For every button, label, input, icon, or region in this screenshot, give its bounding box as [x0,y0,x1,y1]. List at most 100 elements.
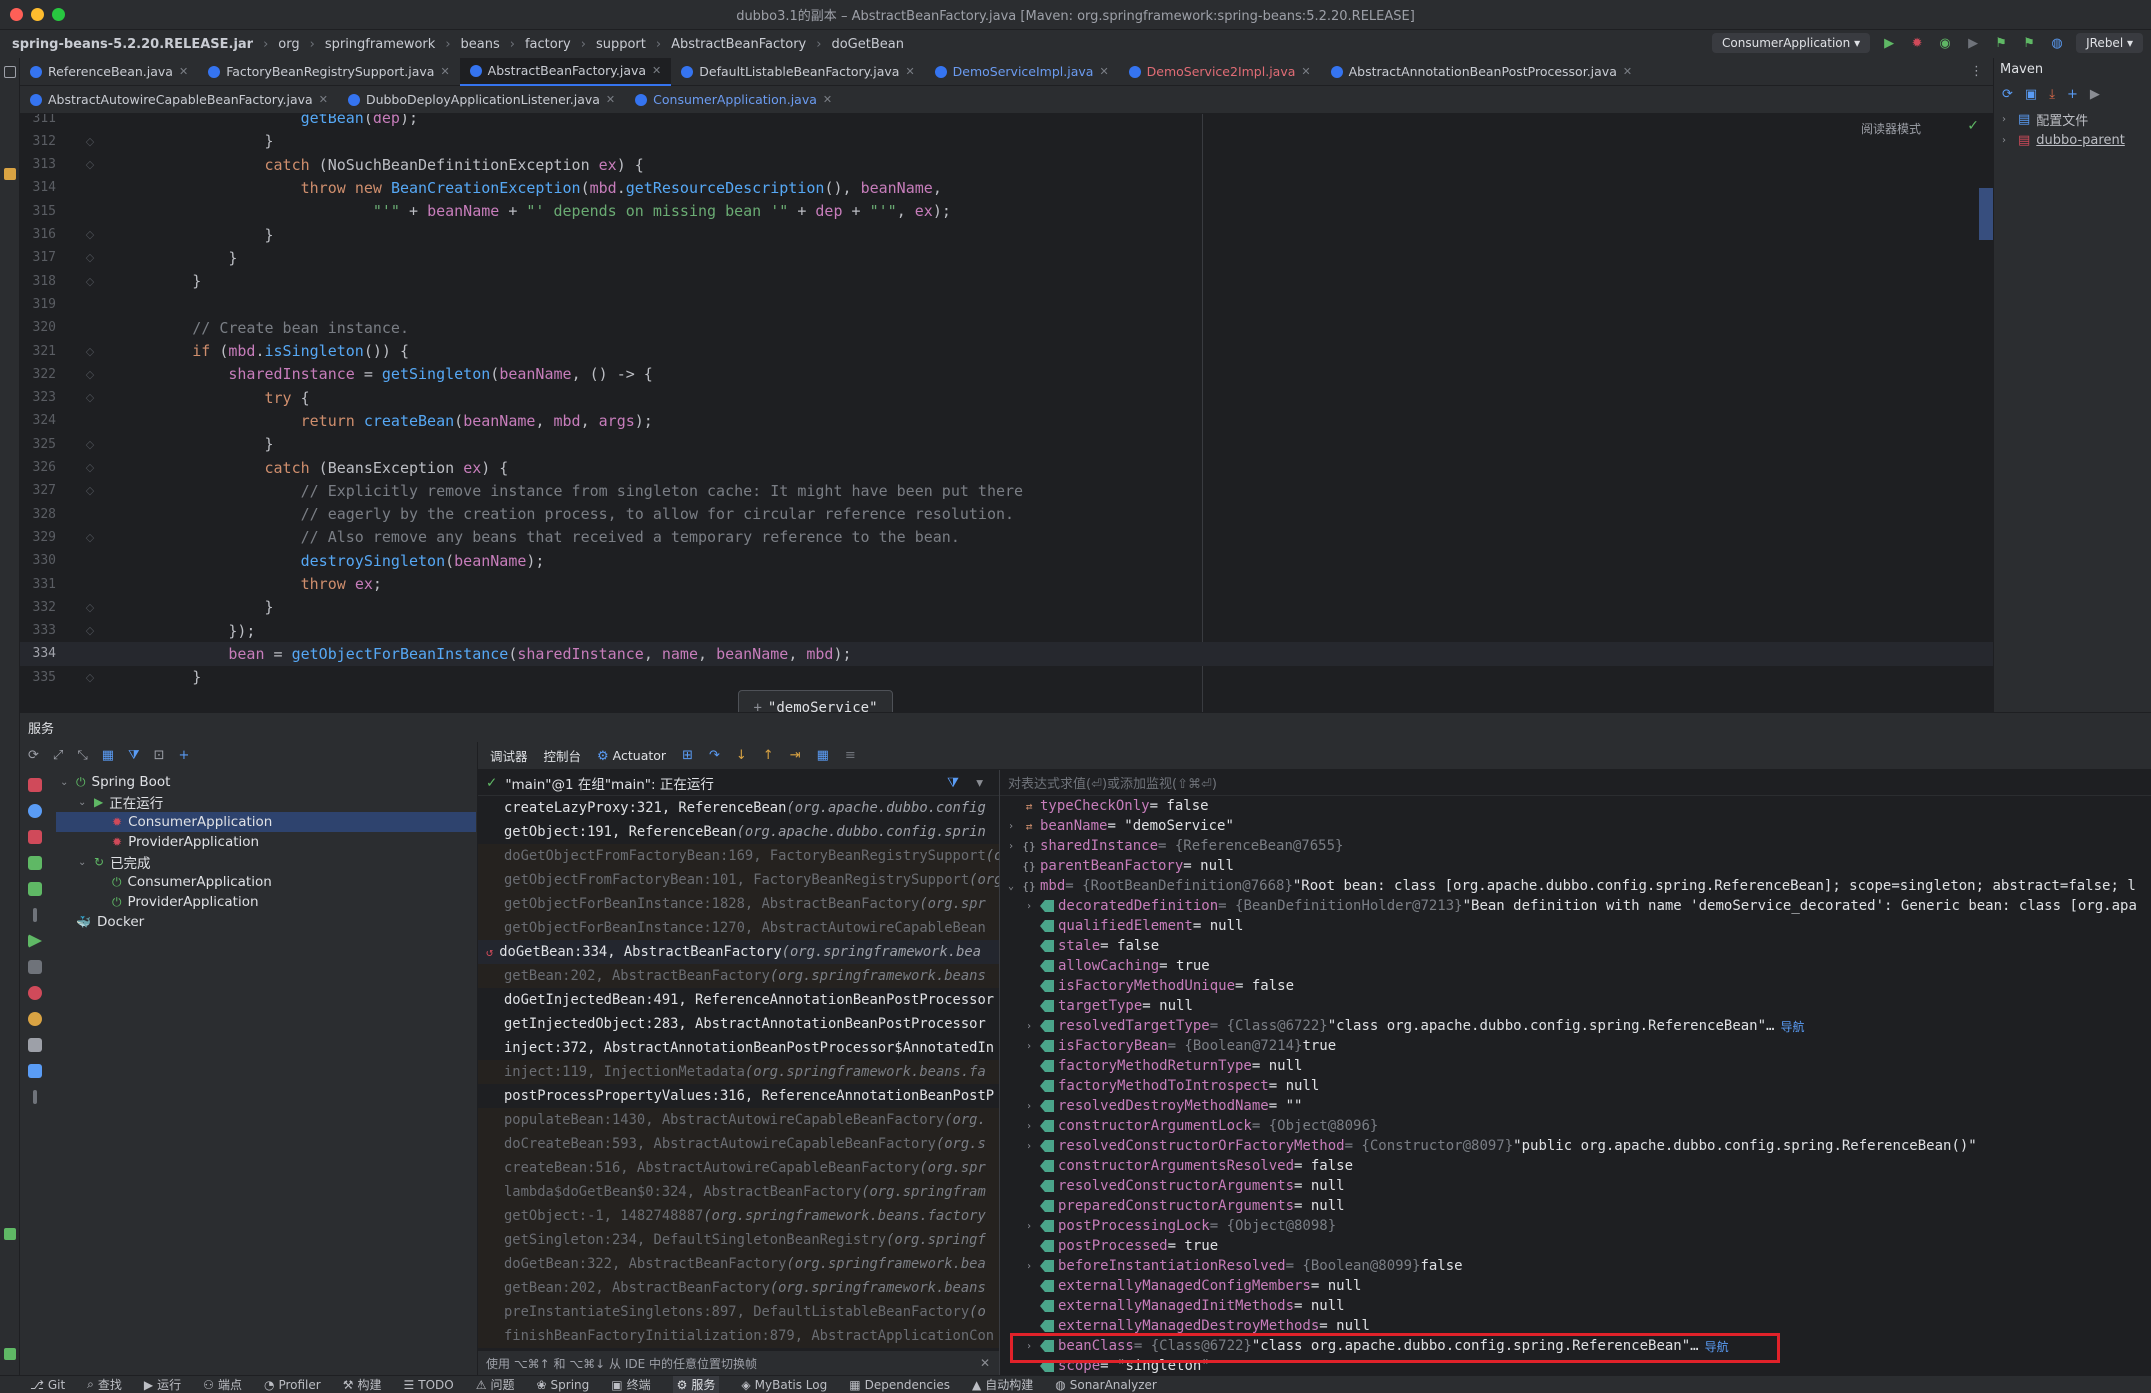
line-number[interactable]: 318 [20,274,60,289]
step-out-icon[interactable]: ↑ [763,748,774,763]
statusbar-tool-2[interactable]: ▶ 运行 [144,1376,181,1393]
line-number[interactable]: 330 [20,553,60,568]
line-number[interactable]: 333 [20,623,60,638]
breakpoints-icon[interactable] [28,986,42,1000]
code-line[interactable]: 314 throw new BeanCreationException(mbd.… [20,176,1993,200]
project-tool-icon[interactable] [4,66,16,78]
fold-marker-icon[interactable]: ◇ [60,391,120,404]
line-number[interactable]: 315 [20,204,60,219]
editor-tab[interactable]: ReferenceBean.java ✕ [20,58,198,86]
stack-frame[interactable]: inject:372, AbstractAnnotationBeanPostPr… [478,1036,999,1060]
minimize-window-button[interactable] [31,8,44,21]
code-line[interactable]: 311 getBean(dep); [20,114,1993,130]
statusbar-tool-3[interactable]: ⚇ 端点 [203,1376,242,1393]
close-tab-icon[interactable]: ✕ [905,65,914,78]
expand-arrow-icon[interactable]: ⌄ [60,777,70,788]
stack-frame[interactable]: createLazyProxy:321, ReferenceBean (org.… [478,796,999,820]
step-over-icon[interactable]: ↷ [709,748,720,763]
line-number[interactable]: 312 [20,134,60,149]
jrebel-select[interactable]: JRebel ▾ [2076,33,2143,53]
variable-row[interactable]: ⇄ typeCheckOnly = false [1000,796,2151,816]
stack-frame[interactable]: getInjectedObject:283, AbstractAnnotatio… [478,1012,999,1036]
reload-icon[interactable]: ⟳ [2002,87,2013,102]
close-tab-icon[interactable]: ✕ [1099,65,1108,78]
fold-marker-icon[interactable]: ◇ [60,228,120,241]
stack-frame[interactable]: doGetBean:322, AbstractBeanFactory (org.… [478,1252,999,1276]
maven-item-dubbo-parent[interactable]: › ▤ dubbo-parent [1994,131,2151,150]
variable-row[interactable]: externallyManagedInitMethods = null [1000,1296,2151,1316]
code-line[interactable]: 323 ◇ try { [20,386,1993,410]
run-to-cursor-icon[interactable]: ⇥ [790,748,801,763]
more-icon[interactable] [33,908,37,922]
stack-frame[interactable]: finishBeanFactoryInitialization:879, Abs… [478,1324,999,1348]
expand-arrow-icon[interactable]: › [1022,1261,1036,1272]
reader-mode-toggle[interactable]: 阅读器模式 [1861,120,1921,137]
fold-marker-icon[interactable]: ◇ [60,671,120,684]
breadcrumb-item[interactable]: doGetBean [831,37,904,52]
line-number[interactable]: 320 [20,320,60,335]
fold-marker-icon[interactable]: ◇ [60,158,120,171]
variable-row[interactable]: › isFactoryBean = {Boolean@7214} true [1000,1036,2151,1056]
more-tabs-icon[interactable]: ⋮ [1970,64,1983,79]
code-line[interactable]: 312 ◇ } [20,129,1993,153]
filter-frames-icon[interactable]: ⧩ [947,775,959,791]
variable-row[interactable]: isFactoryMethodUnique = false [1000,976,2151,996]
services-tree-item[interactable]: ⌄ ⏻ Spring Boot [56,772,476,792]
variable-row[interactable]: resolvedConstructorArguments = null [1000,1176,2151,1196]
expand-arrow-icon[interactable]: › [1004,821,1018,832]
statusbar-tool-8[interactable]: ❀ Spring [536,1378,589,1392]
expand-arrow-icon[interactable]: ⌄ [1004,881,1018,892]
variable-row[interactable]: › resolvedTargetType = {Class@6722} "clas… [1000,1016,2151,1036]
variable-row[interactable]: {} parentBeanFactory = null [1000,856,2151,876]
stop-icon[interactable] [28,830,42,844]
breadcrumb-item[interactable]: AbstractBeanFactory [671,37,806,52]
code-line[interactable]: 321 ◇ if (mbd.isSingleton()) { [20,339,1993,363]
editor-tab[interactable]: DemoServiceImpl.java ✕ [925,58,1119,86]
restore-layout-icon[interactable]: ⊞ [682,748,693,763]
variable-row[interactable]: › decoratedDefinition = {BeanDefinitionHo… [1000,896,2151,916]
more-actions-icon[interactable] [33,1090,37,1104]
code-line[interactable]: 328 // eagerly by the creation process, … [20,502,1993,526]
expand-arrow-icon[interactable]: › [1022,1141,1036,1152]
editor-tab[interactable]: AbstractAnnotationBeanPostProcessor.java… [1321,58,1642,86]
zoom-window-button[interactable] [52,8,65,21]
line-number[interactable]: 319 [20,297,60,312]
statusbar-tool-5[interactable]: ⚒ 构建 [343,1376,382,1393]
code-line[interactable]: 320 // Create bean instance. [20,316,1993,340]
fold-marker-icon[interactable]: ◇ [60,275,120,288]
camera-icon[interactable] [28,1038,42,1052]
services-tree-item[interactable]: ✹ ProviderApplication [56,832,476,852]
stack-frame[interactable]: doGetObjectFromFactoryBean:169, FactoryB… [478,844,999,868]
variable-row[interactable]: stale = false [1000,936,2151,956]
expand-arrow-icon[interactable]: › [1004,841,1018,852]
stack-frame[interactable]: getObjectFromFactoryBean:101, FactoryBea… [478,868,999,892]
line-number[interactable]: 316 [20,227,60,242]
line-number[interactable]: 317 [20,250,60,265]
editor-tab[interactable]: DubboDeployApplicationListener.java ✕ [338,86,625,114]
variable-row[interactable]: postProcessed = true [1000,1236,2151,1256]
statusbar-tool-7[interactable]: ⚠ 问题 [476,1376,515,1393]
navigate-link[interactable]: 导航 [1780,1018,1804,1035]
tab-debugger[interactable]: 调试器 [490,746,528,765]
stack-frame[interactable]: getObject:191, ReferenceBean (org.apache… [478,820,999,844]
statusbar-tool-12[interactable]: ▦ Dependencies [849,1378,950,1392]
code-line[interactable]: 329 ◇ // Also remove any beans that recei… [20,525,1993,549]
variable-row[interactable]: externallyManagedConfigMembers = null [1000,1276,2151,1296]
code-line[interactable]: 318 ◇ } [20,269,1993,293]
line-number[interactable]: 327 [20,483,60,498]
breadcrumb-item[interactable]: org [278,37,299,52]
code-line[interactable]: 325 ◇ } [20,432,1993,456]
variable-row[interactable]: › constructorArgumentLock = {Object@8096} [1000,1116,2151,1136]
breadcrumb-item[interactable]: spring-beans-5.2.20.RELEASE.jar [12,37,253,52]
run-icon[interactable]: ▶ [1880,34,1898,52]
code-line[interactable]: 331 throw ex; [20,572,1993,596]
code-line[interactable]: 313 ◇ catch (NoSuchBeanDefinitionExceptio… [20,153,1993,177]
code-line[interactable]: 327 ◇ // Explicitly remove instance from … [20,479,1993,503]
statusbar-tool-14[interactable]: ◍ SonarAnalyzer [1055,1378,1157,1392]
jrebel-debug-icon[interactable]: ⚑ [2020,34,2038,52]
line-number[interactable]: 324 [20,413,60,428]
fold-marker-icon[interactable]: ◇ [60,624,120,637]
breadcrumb-item[interactable]: support [596,37,646,52]
variable-row[interactable]: allowCaching = true [1000,956,2151,976]
statusbar-tool-10[interactable]: ⚙ 服务 [672,1376,720,1393]
